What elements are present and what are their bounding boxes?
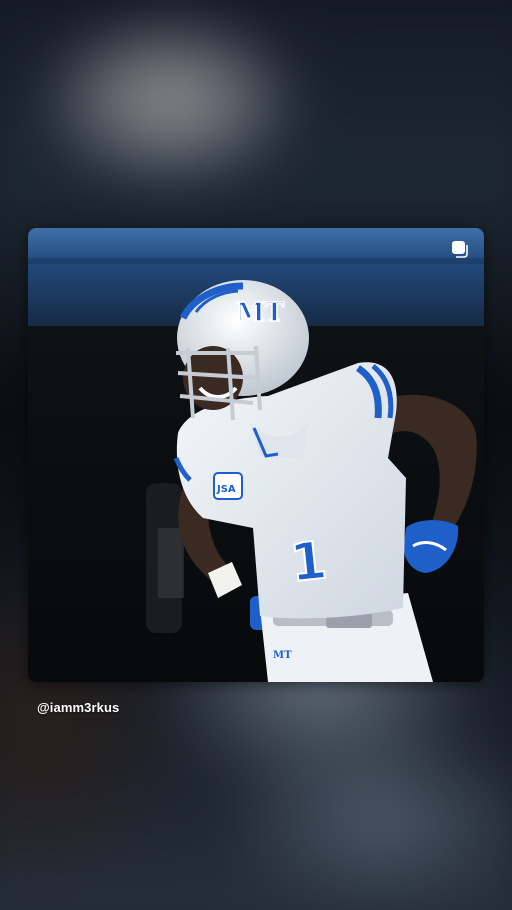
helmet-logo: MT [236,298,285,328]
username-label[interactable]: @iamm3rkus [37,700,119,715]
story-viewer: 1 JSA MT MT @iamm3rkus [0,0,512,910]
jersey-number: 1 [287,531,329,594]
post-photo: 1 JSA MT MT [28,228,484,682]
chest-patch-text: JSA [216,484,236,495]
post-image-card[interactable]: 1 JSA MT MT [28,228,484,682]
svg-text:MT: MT [273,650,292,661]
square-stack-icon[interactable] [451,240,469,258]
